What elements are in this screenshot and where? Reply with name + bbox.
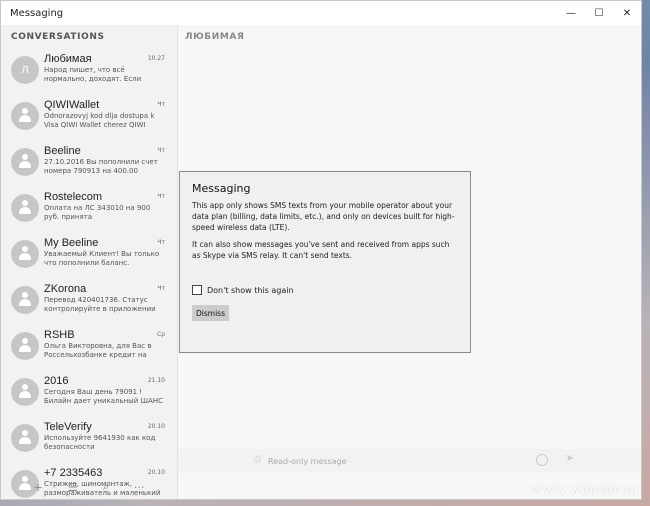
conversation-name: QIWIWallet (44, 99, 100, 111)
conversation-time: Чт (157, 239, 165, 246)
contact-icon (11, 378, 39, 406)
dialog-title: Messaging (192, 182, 251, 195)
conversation-time: Ср (157, 331, 165, 338)
attach-icon: ⎙ (254, 455, 262, 465)
conversation-preview: Народ пишет, что всё нормально, доходят.… (44, 66, 142, 83)
conversation-item[interactable]: Beeline Чт 27.10.2016 Вы пополнили счет но… (1, 141, 177, 187)
compose-bar: ⎙ Read-only message ➤ (178, 449, 641, 473)
contact-icon (11, 286, 39, 314)
conversation-item[interactable]: My Beeline Чт Уважаемый Клиент! Вы только … (1, 233, 177, 279)
sidebar: CONVERSATIONS Л Любимая 10.27 Народ пишет, … (1, 25, 177, 499)
conversation-item[interactable]: Rostelecom Чт Оплата на ЛС 343010 на 900 р… (1, 187, 177, 233)
conversation-time: Чт (157, 193, 165, 200)
emoji-icon (536, 454, 548, 466)
dismiss-button[interactable]: Dismiss (192, 305, 229, 321)
close-button[interactable]: ✕ (613, 1, 641, 25)
conversation-name: My Beeline (44, 237, 99, 249)
window-title: Messaging (10, 7, 64, 19)
select-icon[interactable]: ☰ (68, 481, 78, 494)
dont-show-again-checkbox[interactable] (192, 285, 202, 295)
dont-show-again-label: Don't show this again (207, 285, 294, 295)
bottom-app-bar: + ☰ ⌕ ··· (1, 473, 177, 499)
contact-icon (11, 194, 39, 222)
conversation-title: ЛЮБИМАЯ (185, 32, 245, 42)
send-icon: ➤ (565, 453, 574, 464)
conversations-header: CONVERSATIONS (11, 32, 105, 42)
conversation-name: Rostelecom (44, 191, 103, 203)
title-bar: Messaging — ☐ ✕ (1, 1, 641, 25)
contact-icon (11, 332, 39, 360)
conversation-preview: Ольга Викторовна, для Вас в Россельхозба… (44, 342, 152, 359)
conversation-time: Чт (157, 147, 165, 154)
watermark: www.wincore.ru (531, 481, 638, 498)
window-controls: — ☐ ✕ (557, 1, 641, 25)
conversation-item[interactable]: QIWIWallet Чт Odnorazovyj kod dlja dostupa… (1, 95, 177, 141)
conversation-preview: Сегодня Ваш день 79091 ! Билайн дает уни… (44, 388, 163, 405)
compose-input: Read-only message (268, 456, 347, 466)
dialog-paragraph-1: This app only shows SMS texts from your … (192, 201, 455, 232)
conversation-item[interactable]: RSHB Ср Ольга Викторовна, для Вас в Россел… (1, 325, 177, 371)
contact-icon (11, 424, 39, 452)
conversation-name: Beeline (44, 145, 81, 157)
conversation-time: 20.10 (147, 423, 165, 430)
conversation-time: Чт (157, 101, 165, 108)
conversation-preview: Odnorazovyj kod dlja dostupa k Visa QIWI… (44, 112, 155, 129)
contact-icon (11, 102, 39, 130)
dialog-paragraph-2: It can also show messages you've sent an… (192, 240, 450, 260)
conversation-item[interactable]: 2016 21.10 Сегодня Ваш день 79091 ! Билайн… (1, 371, 177, 417)
search-icon[interactable]: ⌕ (103, 480, 109, 494)
more-icon[interactable]: ··· (134, 481, 145, 494)
add-icon[interactable]: + (34, 481, 43, 494)
contact-icon (11, 148, 39, 176)
conversation-preview: 27.10.2016 Вы пополнили счет номера 7909… (44, 158, 158, 175)
conversation-item[interactable]: TeleVerify 20.10 Используйте 9641930 как к… (1, 417, 177, 463)
conversation-preview: Уважаемый Клиент! Вы только что пополнил… (44, 250, 160, 267)
contact-icon (11, 240, 39, 268)
conversation-preview: Используйте 9641930 как код безопасности (44, 434, 156, 451)
conversation-item[interactable]: Л Любимая 10.27 Народ пишет, что всё нормал… (1, 49, 177, 95)
minimize-button[interactable]: — (557, 1, 585, 25)
dont-show-again-row[interactable]: Don't show this again (192, 285, 458, 295)
conversation-time: Чт (157, 285, 165, 292)
avatar: Л (11, 56, 39, 84)
conversation-preview: Оплата на ЛС 343010 на 900 руб. принята (44, 204, 151, 221)
maximize-button[interactable]: ☐ (585, 1, 613, 25)
conversation-name: ZKorona (44, 283, 87, 295)
conversation-time: 10.27 (147, 55, 165, 62)
conversation-list: Л Любимая 10.27 Народ пишет, что всё нормал… (1, 49, 177, 499)
conversation-item[interactable]: ZKorona Чт Перевод 420401736. Статус контр… (1, 279, 177, 325)
conversation-time: 21.10 (147, 377, 165, 384)
info-dialog: Messaging This app only shows SMS texts … (179, 171, 471, 353)
conversation-preview: Перевод 420401736. Статус контролируйте … (44, 296, 156, 313)
conversation-name: RSHB (44, 329, 75, 341)
